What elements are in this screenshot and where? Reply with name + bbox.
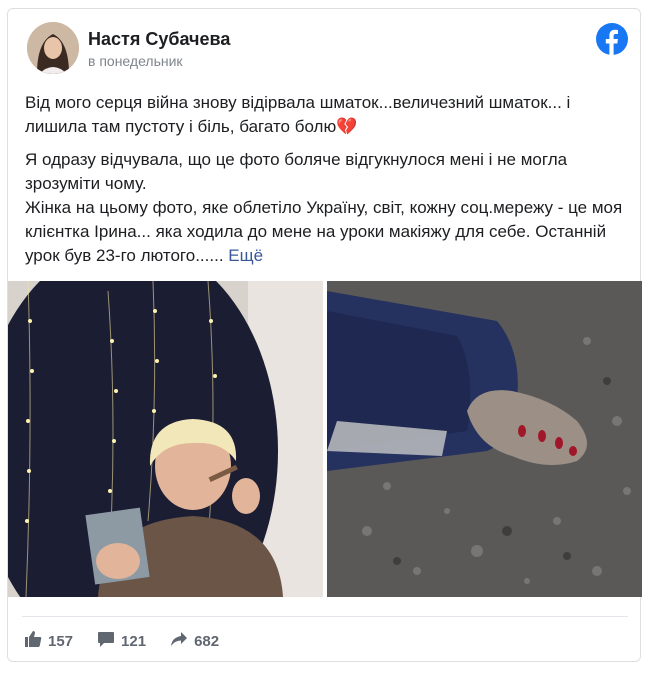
post-timestamp[interactable]: в понедельник — [88, 53, 183, 69]
comment-stat[interactable]: 121 — [97, 630, 146, 652]
post-paragraph-2: Я одразу відчувала, що це фото боляче ві… — [25, 148, 625, 268]
share-icon — [170, 630, 194, 652]
see-more-link[interactable]: Ещё — [228, 246, 263, 265]
post-paragraph-2-line-2: Жінка на цьому фото, яке облетіло Україн… — [25, 198, 623, 265]
like-count: 157 — [48, 632, 74, 650]
share-count: 682 — [194, 632, 220, 650]
comment-count: 121 — [121, 632, 147, 650]
post-photo-mirror[interactable] — [8, 281, 323, 597]
post-photo-street[interactable] — [327, 281, 642, 597]
post-text: Від мого серця війна знову відірвала шма… — [25, 91, 625, 268]
facebook-logo-icon[interactable] — [596, 23, 628, 55]
like-stat[interactable]: 157 — [24, 630, 73, 652]
share-stat[interactable]: 682 — [170, 630, 219, 652]
avatar[interactable] — [27, 22, 79, 74]
post-paragraph-1: Від мого серця війна знову відірвала шма… — [25, 93, 571, 136]
comment-icon — [97, 630, 121, 652]
author-name[interactable]: Настя Субачева — [88, 29, 230, 50]
like-icon — [24, 630, 48, 652]
post-paragraph-2-line-1: Я одразу відчувала, що це фото боляче ві… — [25, 150, 568, 193]
divider — [22, 616, 628, 617]
facebook-post-card: Настя Субачева в понедельник Від мого се… — [7, 8, 642, 662]
post-stats: 157 121 682 — [24, 629, 243, 653]
